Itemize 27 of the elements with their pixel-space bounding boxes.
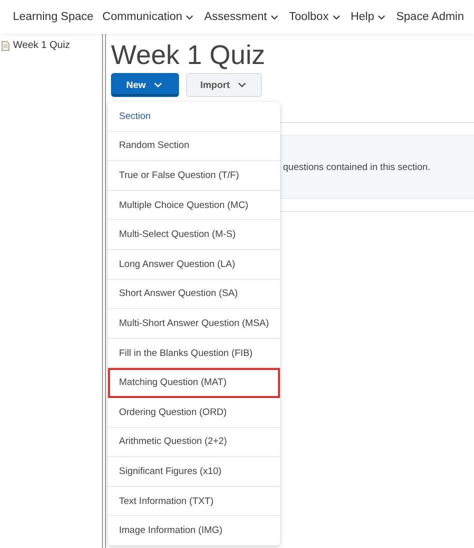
page-title: Week 1 Quiz [111,40,266,70]
menu-item[interactable]: Ordering Question (ORD) [108,398,280,428]
nav-menu-item[interactable]: Space Admin [396,11,464,23]
menu-item[interactable]: Fill in the Blanks Question (FIB) [108,338,280,368]
menu-item[interactable]: Multi-Select Question (M-S) [108,220,280,250]
menu-item[interactable]: Random Section [108,132,280,162]
menu-item[interactable]: Arithmetic Question (2+2) [108,428,280,458]
menu-item[interactable]: Text Information (TXT) [108,486,280,516]
menu-item[interactable]: True or False Question (T/F) [108,161,280,191]
menu-item[interactable]: Multi-Short Answer Question (MSA) [108,309,280,339]
menu-item[interactable]: Long Answer Question (LA) [108,250,280,280]
menu-item[interactable]: Image Information (IMG) [108,516,280,546]
sidebar-item[interactable]: Week 1 Quiz [13,40,70,51]
import-button[interactable]: Import [186,73,262,97]
menu-item[interactable]: Short Answer Question (SA) [108,280,280,310]
menu-item[interactable]: Matching Question (MAT) [108,368,280,398]
nav-menu-item[interactable]: Assessment [204,11,280,23]
nav-menu-item[interactable]: Help [350,11,388,23]
new-button[interactable]: New [111,73,179,97]
menu-item[interactable]: Section [108,102,280,132]
nav-menu-item[interactable]: Learning Space [12,11,94,23]
nav-menu-item[interactable]: Communication [102,11,196,23]
nav-menu-item[interactable]: Toolbox [288,11,342,23]
document-icon [1,40,10,50]
menu-item[interactable]: Significant Figures (x10) [108,457,280,487]
menu-item[interactable]: Multiple Choice Question (MC) [108,190,280,220]
panel-text: questions contained in this section. [283,162,430,172]
